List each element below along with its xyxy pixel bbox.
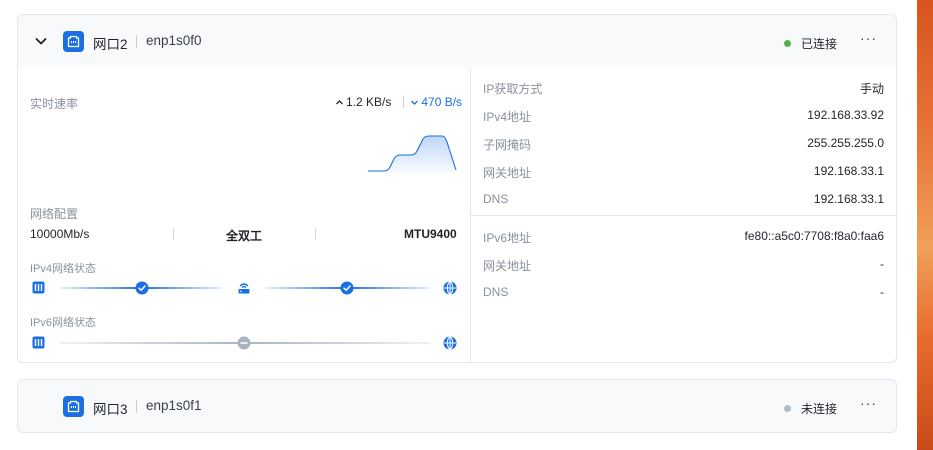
status-text: 未连接 <box>801 402 838 416</box>
ipv6-row-label: IPv6地址 <box>483 231 532 245</box>
status-text: 已连接 <box>801 37 838 51</box>
network-port-card-2: 网口2 enp1s0f0 已连接 ··· 实时速率 1.2 KB/s 470 B… <box>17 14 897 363</box>
chevron-down-icon[interactable] <box>33 33 49 49</box>
device-icon <box>32 281 45 294</box>
ipv4-status-label: IPv4网络状态 <box>30 263 97 275</box>
network-config-label: 网络配置 <box>30 207 79 221</box>
status-dot-connected <box>784 40 791 47</box>
check-circle-icon <box>340 281 354 295</box>
speed-separator <box>403 96 405 108</box>
ipv4-row-label: IP获取方式 <box>483 82 543 96</box>
config-separator <box>315 228 316 240</box>
ipv6-row-value: fe80::a5c0:7708:f8a0:faa6 <box>744 229 884 243</box>
port-card-header[interactable]: 网口2 enp1s0f0 已连接 ··· <box>18 15 896 67</box>
globe-icon <box>443 281 457 295</box>
status-dot-disconnected <box>784 405 791 412</box>
ipv4-row-value: 192.168.33.1 <box>813 164 884 178</box>
check-circle-icon <box>135 281 149 295</box>
ipv4-row-value: 手动 <box>859 82 884 96</box>
port-card-header[interactable]: 网口3 enp1s0f1 未连接 ··· <box>18 380 896 432</box>
ethernet-port-icon <box>63 31 84 52</box>
ipv6-status-label: IPv6网络状态 <box>30 317 97 329</box>
section-divider <box>471 215 896 216</box>
minus-circle-icon <box>237 336 251 350</box>
ipv6-row-label: DNS <box>483 285 509 299</box>
ipv4-row-label: 网关地址 <box>483 166 532 180</box>
interface-name: enp1s0f0 <box>146 33 202 48</box>
ipv4-row-value: 192.168.33.92 <box>807 108 884 122</box>
upload-arrow-icon <box>336 99 343 104</box>
speed-sparkline <box>368 135 457 173</box>
port-name: 网口2 <box>93 37 128 52</box>
ipv4-row-value: 255.255.255.0 <box>807 136 884 150</box>
ipv4-row-label: 子网掩码 <box>483 138 532 152</box>
config-separator <box>173 228 174 240</box>
mtu-value: MTU9400 <box>404 227 457 241</box>
header-separator <box>136 400 137 413</box>
network-port-card-3: 网口3 enp1s0f1 未连接 ··· <box>17 379 897 433</box>
realtime-speed-label: 实时速率 <box>30 97 79 111</box>
ipv4-row-value: 192.168.33.1 <box>813 192 884 206</box>
globe-icon <box>443 336 457 350</box>
upload-speed: 1.2 KB/s <box>346 95 392 109</box>
more-options-button[interactable]: ··· <box>860 395 877 411</box>
connection-status: 已连接 <box>784 35 837 52</box>
ipv6-row-value: - <box>880 257 884 271</box>
download-speed: 470 B/s <box>421 95 463 109</box>
ipv4-row-label: DNS <box>483 192 509 206</box>
port-overview-panel: 实时速率 1.2 KB/s 470 B/s 网络配置 10000Mb/s 全双工… <box>18 67 470 362</box>
link-speed: 10000Mb/s <box>30 227 90 241</box>
ethernet-port-icon <box>63 396 84 417</box>
interface-name: enp1s0f1 <box>146 398 202 413</box>
desktop-wallpaper-edge <box>917 0 933 450</box>
ip-details-panel: IP获取方式 手动 IPv4地址 192.168.33.92 子网掩码 255.… <box>471 67 896 362</box>
more-options-button[interactable]: ··· <box>860 30 877 46</box>
port-name: 网口3 <box>93 402 128 417</box>
ipv4-row-label: IPv4地址 <box>483 110 532 124</box>
device-icon <box>32 336 45 349</box>
router-icon <box>238 283 250 294</box>
realtime-speed-values: 1.2 KB/s 470 B/s <box>335 95 462 109</box>
header-separator <box>136 35 137 48</box>
ipv6-row-label: 网关地址 <box>483 259 532 273</box>
download-arrow-icon <box>411 100 419 105</box>
ipv6-row-value: - <box>880 285 884 299</box>
duplex-mode: 全双工 <box>226 229 263 243</box>
connection-status: 未连接 <box>784 400 837 417</box>
